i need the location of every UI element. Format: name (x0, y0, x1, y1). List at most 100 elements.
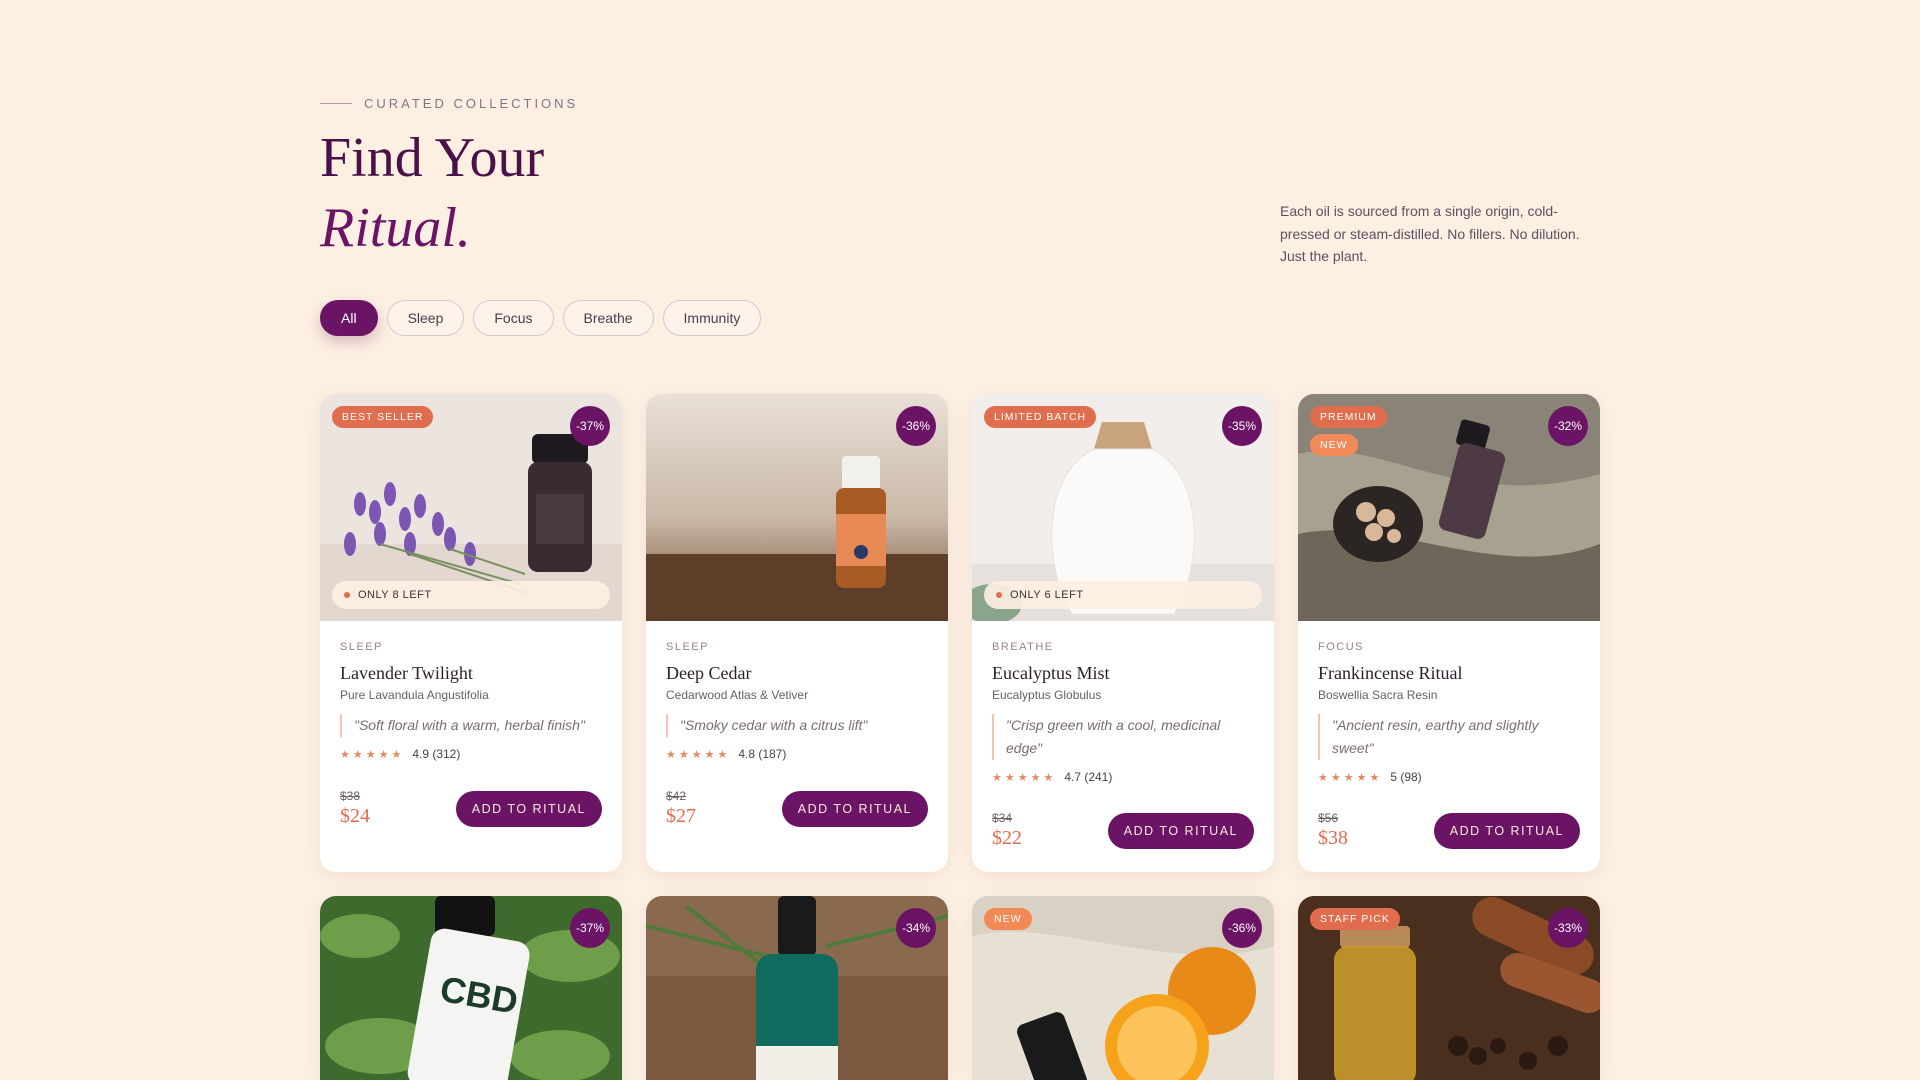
intro-text: Each oil is sourced from a single origin… (1280, 203, 1580, 264)
old-price: $38 (340, 789, 361, 803)
product-category: SLEEP (340, 641, 383, 653)
discount-badge: -34% (896, 908, 936, 948)
product-name[interactable]: Deep Cedar (666, 663, 928, 684)
product-latin-name: Pure Lavandula Angustifolia (340, 688, 489, 702)
product-quote: "Smoky cedar with a citrus lift" (666, 714, 928, 737)
product-category: FOCUS (1318, 641, 1364, 653)
stock-dot-icon (344, 592, 350, 598)
product-image-frankincense[interactable]: PREMIUM NEW -32% (1298, 394, 1600, 621)
badge-group: LIMITED BATCH (984, 406, 1097, 428)
eyebrow-line (320, 103, 352, 104)
rating-text: 4.7 (241) (1064, 770, 1113, 784)
product-grid: BEST SELLER -37% ONLY 8 LEFT SLEEP Laven… (320, 394, 1600, 872)
product-latin-name: Cedarwood Atlas & Vetiver (666, 688, 809, 702)
product-image-lavender[interactable]: BEST SELLER -37% ONLY 8 LEFT (320, 394, 622, 621)
stock-indicator: ONLY 8 LEFT (332, 581, 610, 609)
stock-indicator: ONLY 6 LEFT (984, 581, 1262, 609)
product-image-eucalyptus[interactable]: LIMITED BATCH -35% ONLY 6 LEFT (972, 394, 1274, 621)
product-image-clove-cinnamon[interactable]: STAFF PICK -33% (1298, 896, 1600, 1080)
product-body: FOCUS Frankincense Ritual Boswellia Sacr… (1298, 621, 1600, 872)
badge-group: NEW (984, 908, 1032, 930)
product-card[interactable]: NEW -36% (972, 896, 1274, 1080)
product-body: SLEEP Deep Cedar Cedarwood Atlas & Vetiv… (646, 621, 948, 872)
stock-text: ONLY 6 LEFT (1010, 589, 1084, 601)
badge-staff-pick: STAFF PICK (1310, 908, 1400, 930)
product-image-mint-cbd[interactable]: CBD -37% (320, 896, 622, 1080)
filter-chip-sleep[interactable]: Sleep (386, 300, 465, 336)
filter-chip-all[interactable]: All (320, 300, 378, 336)
filter-chip-breathe[interactable]: Breathe (562, 300, 654, 336)
discount-badge: -36% (896, 406, 936, 446)
product-image-cedar[interactable]: -36% (646, 394, 948, 621)
badge-new: NEW (984, 908, 1032, 930)
product-card[interactable]: BEST SELLER -37% ONLY 8 LEFT SLEEP Laven… (320, 394, 622, 872)
current-price: $38 (1318, 827, 1348, 849)
price-row: $38 $24 ADD TO RITUAL (340, 789, 602, 828)
product-latin-name: Eucalyptus Globulus (992, 688, 1102, 702)
product-card[interactable]: PREMIUM NEW -32% FOCUS Frankincense Ritu… (1298, 394, 1600, 872)
product-name[interactable]: Frankincense Ritual (1318, 663, 1580, 684)
price-row: $56 $38 ADD TO RITUAL (1318, 811, 1580, 850)
product-body: SLEEP Lavender Twilight Pure Lavandula A… (320, 621, 622, 872)
product-quote: "Soft floral with a warm, herbal finish" (340, 714, 602, 737)
badge-best-seller: BEST SELLER (332, 406, 434, 428)
badge-group: PREMIUM NEW (1310, 406, 1387, 456)
product-grid-row-2: CBD -37% -34% NEW -36% STAFF PICK -33% (320, 896, 1600, 1080)
rating-text: 5 (98) (1390, 770, 1422, 784)
filter-bar: All Sleep Focus Breathe Immunity (320, 300, 762, 336)
add-to-ritual-button[interactable]: ADD TO RITUAL (781, 790, 928, 827)
discount-badge: -37% (570, 908, 610, 948)
product-category: BREATHE (992, 641, 1054, 653)
product-card[interactable]: LIMITED BATCH -35% ONLY 6 LEFT BREATHE E… (972, 394, 1274, 872)
add-to-ritual-button[interactable]: ADD TO RITUAL (455, 790, 602, 827)
page-title: Find Your Ritual. (320, 123, 578, 263)
product-rating: ★★★★★ 4.9 (312) (340, 747, 602, 761)
product-body: BREATHE Eucalyptus Mist Eucalyptus Globu… (972, 621, 1274, 872)
discount-badge: -36% (1222, 908, 1262, 948)
product-image-orange[interactable]: NEW -36% (972, 896, 1274, 1080)
product-name[interactable]: Lavender Twilight (340, 663, 602, 684)
stock-text: ONLY 8 LEFT (358, 589, 432, 601)
product-quote: "Crisp green with a cool, medicinal edge… (992, 714, 1254, 760)
old-price: $56 (1318, 811, 1339, 825)
discount-badge: -32% (1548, 406, 1588, 446)
product-quote: "Ancient resin, earthy and slightly swee… (1318, 714, 1580, 760)
product-card[interactable]: -34% (646, 896, 948, 1080)
old-price: $34 (992, 811, 1013, 825)
price-row: $34 $22 ADD TO RITUAL (992, 811, 1254, 850)
current-price: $24 (340, 805, 370, 827)
filter-chip-focus[interactable]: Focus (473, 300, 554, 336)
filter-chip-immunity[interactable]: Immunity (662, 300, 762, 336)
title-line-1: Find Your (320, 127, 545, 189)
add-to-ritual-button[interactable]: ADD TO RITUAL (1433, 812, 1580, 849)
add-to-ritual-button[interactable]: ADD TO RITUAL (1107, 812, 1254, 849)
product-card[interactable]: -36% SLEEP Deep Cedar Cedarwood Atlas & … (646, 394, 948, 872)
eyebrow: CURATED COLLECTIONS (320, 96, 578, 111)
price-row: $42 $27 ADD TO RITUAL (666, 789, 928, 828)
badge-premium: PREMIUM (1310, 406, 1387, 428)
product-rating: ★★★★★ 4.7 (241) (992, 770, 1254, 784)
discount-badge: -33% (1548, 908, 1588, 948)
old-price: $42 (666, 789, 687, 803)
badge-group: STAFF PICK (1310, 908, 1400, 930)
product-card[interactable]: CBD -37% (320, 896, 622, 1080)
star-icons: ★★★★★ (340, 748, 405, 761)
product-category: SLEEP (666, 641, 709, 653)
current-price: $27 (666, 805, 696, 827)
product-image-tea-tree[interactable]: -34% (646, 896, 948, 1080)
section-header: CURATED COLLECTIONS Find Your Ritual. (320, 96, 578, 263)
product-rating: ★★★★★ 4.8 (187) (666, 747, 928, 761)
star-icons: ★★★★★ (1318, 771, 1383, 784)
stock-dot-icon (996, 592, 1002, 598)
product-latin-name: Boswellia Sacra Resin (1318, 688, 1438, 702)
discount-badge: -35% (1222, 406, 1262, 446)
star-icons: ★★★★★ (992, 771, 1057, 784)
product-rating: ★★★★★ 5 (98) (1318, 770, 1580, 784)
eyebrow-text: CURATED COLLECTIONS (364, 96, 579, 111)
product-card[interactable]: STAFF PICK -33% (1298, 896, 1600, 1080)
badge-new: NEW (1310, 434, 1358, 456)
discount-badge: -37% (570, 406, 610, 446)
title-line-2: Ritual. (320, 197, 471, 259)
product-name[interactable]: Eucalyptus Mist (992, 663, 1254, 684)
rating-text: 4.8 (187) (738, 747, 787, 761)
